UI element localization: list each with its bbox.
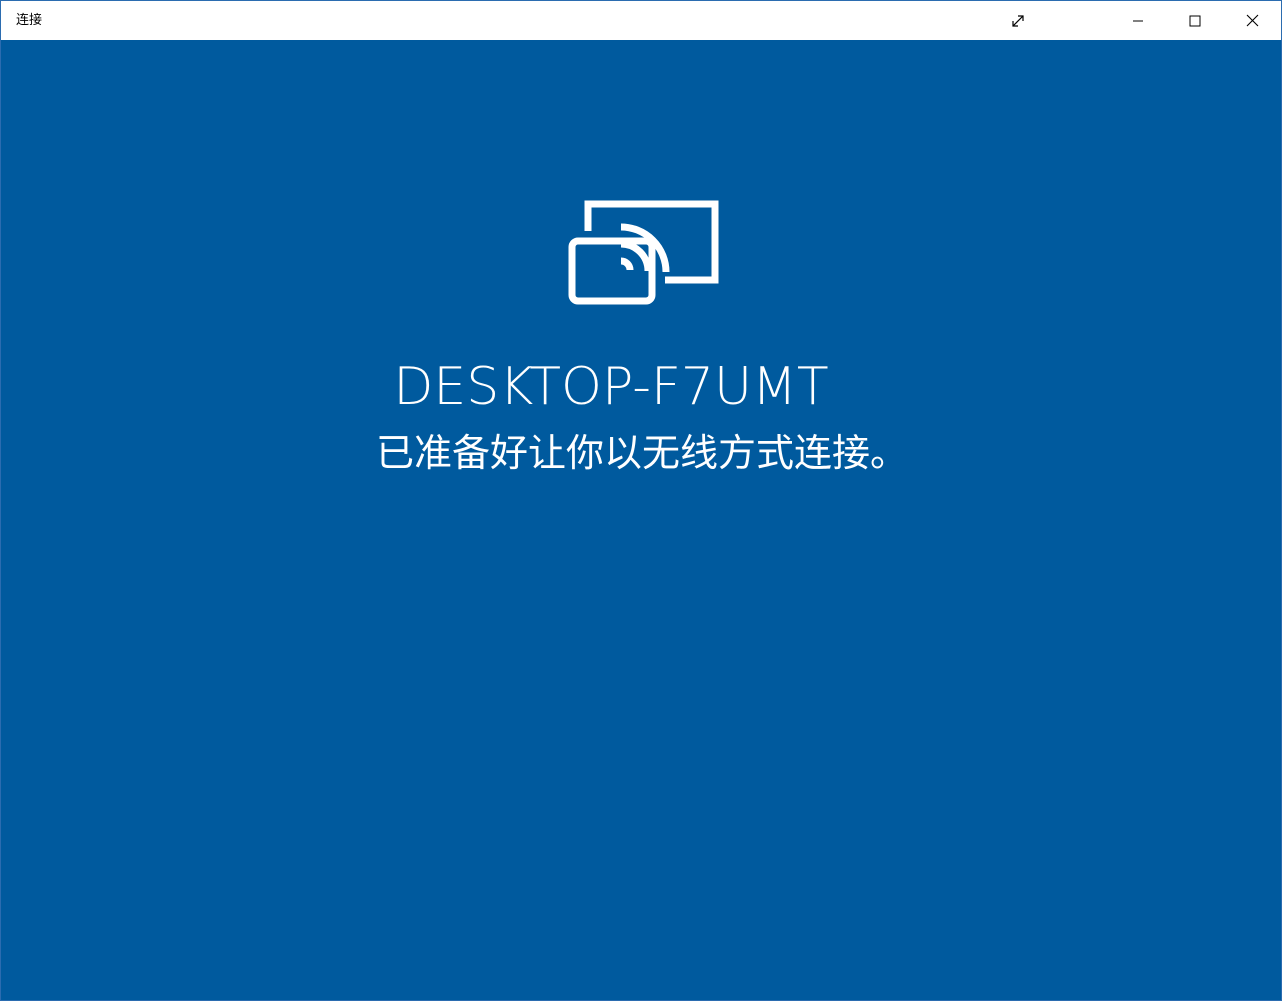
connect-app-window: 连接 DESKTOP-F7UMT 已准备好让你以无线方式连接。 [0,0,1282,1001]
full-screen-button[interactable] [995,1,1041,40]
title-bar[interactable]: 连接 [1,1,1281,40]
window-title: 连接 [16,13,43,28]
minimize-button[interactable] [1115,1,1161,40]
expand-diagonal-arrows-icon [1012,14,1024,27]
maximize-square-icon [1189,15,1201,26]
wireless-display-cast-icon [568,200,719,305]
main-content: DESKTOP-F7UMT 已准备好让你以无线方式连接。 [1,40,1281,1000]
close-x-icon [1246,14,1258,27]
maximize-button[interactable] [1172,1,1218,40]
close-button[interactable] [1229,1,1275,40]
device-name: DESKTOP-F7UMT [393,357,829,417]
minimize-icon [1133,20,1143,21]
status-message: 已准备好让你以无线方式连接。 [375,431,908,475]
